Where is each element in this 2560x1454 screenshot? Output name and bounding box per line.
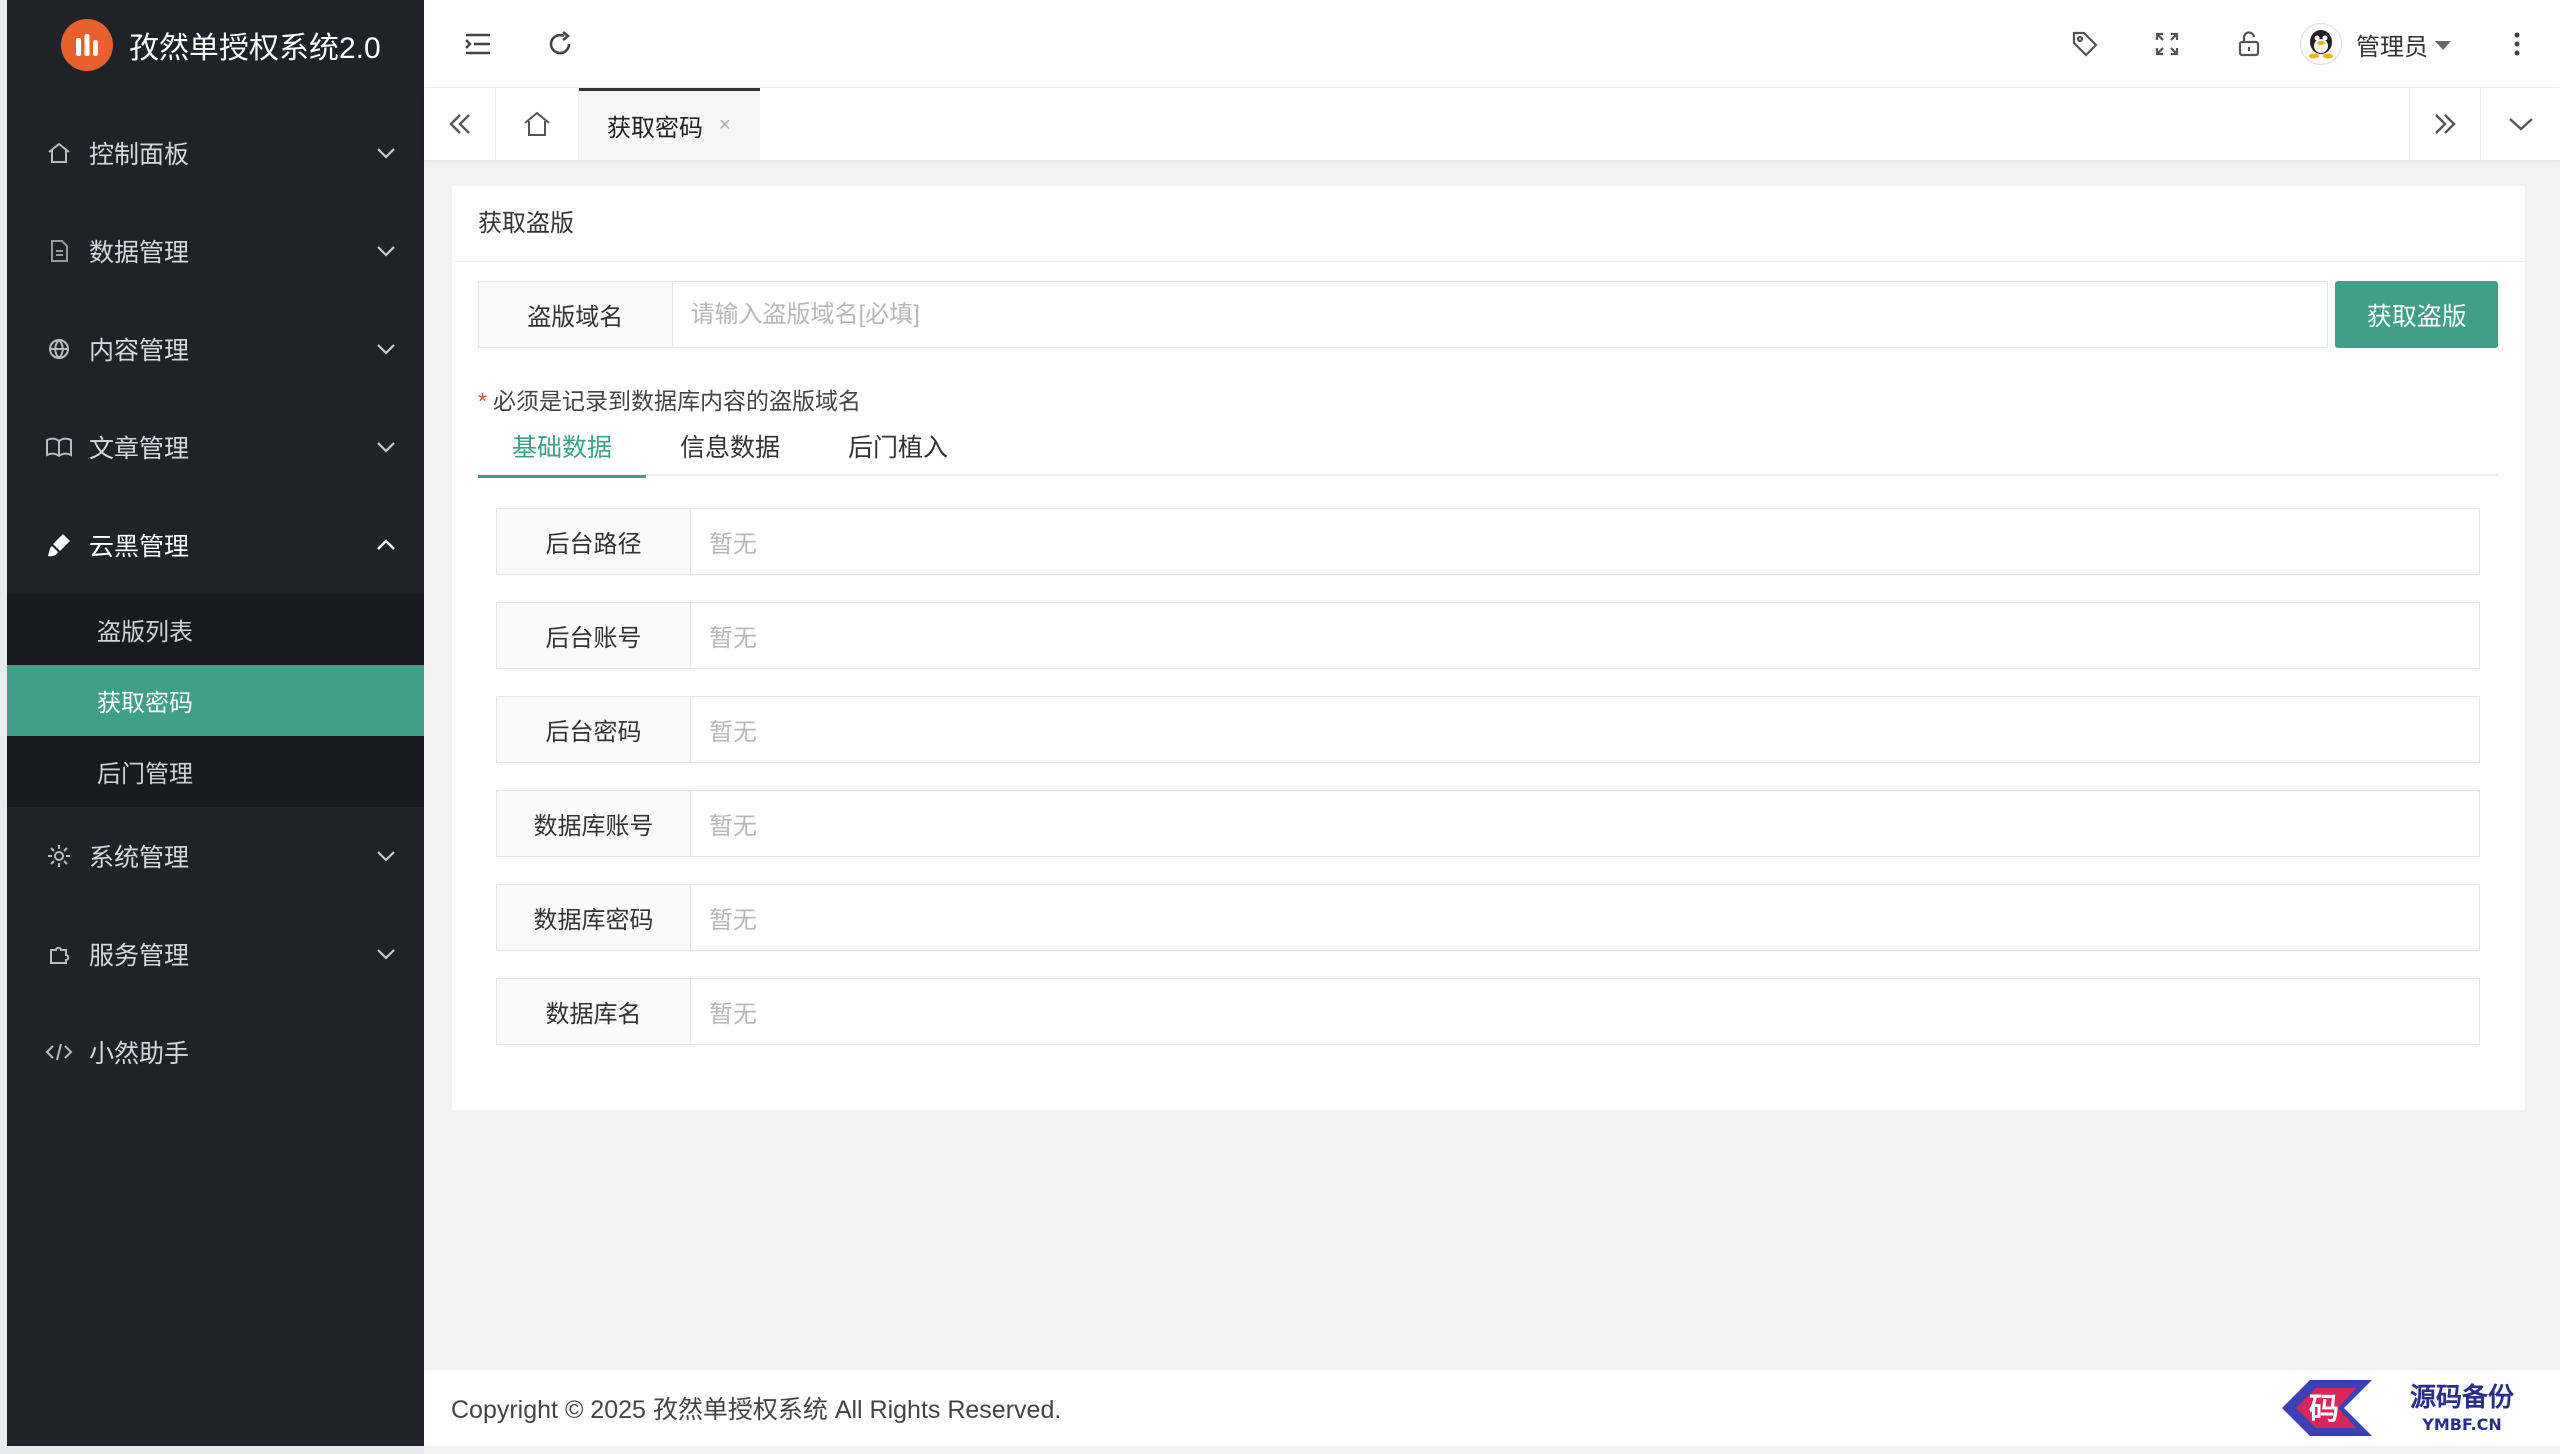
field-admin-password: 后台密码 暂无 <box>496 696 2480 763</box>
chevron-down-icon[interactable] <box>2481 88 2560 160</box>
submenu-cloud-black: 盗版列表 获取密码 后门管理 <box>7 594 424 807</box>
field-db-password: 数据库密码 暂无 <box>496 884 2480 951</box>
sidebar-item-label: 小然助手 <box>89 1040 190 1068</box>
sidebar-item-articles[interactable]: 文章管理 <box>7 398 424 496</box>
tab-get-password[interactable]: 获取密码 × <box>579 88 760 160</box>
card-title: 获取盗版 <box>452 186 2525 262</box>
sidebar-item-assistant[interactable]: 小然助手 <box>7 1003 424 1101</box>
chevron-up-icon <box>374 533 398 557</box>
tag-icon[interactable] <box>2050 0 2120 88</box>
sidebar-subitem-piracy-list[interactable]: 盗版列表 <box>7 594 424 665</box>
brand[interactable]: 孜然单授权系统2.0 <box>7 0 424 90</box>
footer: Copyright © 2025 孜然单授权系统 All Rights Rese… <box>424 1370 2560 1446</box>
sidebar-item-service[interactable]: 服务管理 <box>7 905 424 1003</box>
sidebar-item-label: 控制面板 <box>89 141 190 169</box>
globe-icon <box>41 331 77 367</box>
tab-info-data[interactable]: 信息数据 <box>646 416 814 476</box>
field-label: 数据库密码 <box>496 884 691 951</box>
field-value[interactable]: 暂无 <box>691 696 2480 763</box>
field-value[interactable]: 暂无 <box>691 602 2480 669</box>
data-tabs: 基础数据 信息数据 后门植入 <box>478 416 2498 478</box>
sidebar-subitem-get-password[interactable]: 获取密码 <box>7 665 424 736</box>
sidebar-item-label: 系统管理 <box>89 844 190 872</box>
scroll-left-icon[interactable] <box>424 88 496 160</box>
close-icon[interactable]: × <box>719 114 731 137</box>
top-header: 管理员 <box>424 0 2560 88</box>
tab-basic-data[interactable]: 基础数据 <box>478 416 647 478</box>
main-card: 获取盗版 盗版域名 获取盗版 *必须是记录到数据库内容的盗版域名 基础数据 信息… <box>452 186 2525 1110</box>
field-label: 后台路径 <box>496 508 691 575</box>
app-title: 孜然单授权系统2.0 <box>129 32 381 65</box>
puzzle-icon <box>41 936 77 972</box>
field-value[interactable]: 暂无 <box>691 790 2480 857</box>
code-icon <box>41 1034 77 1070</box>
watermark-sub: YMBF.CN <box>2421 1415 2502 1434</box>
domain-hint: * 必须是记录到数据库内容的盗版域名 <box>478 382 861 416</box>
user-menu[interactable]: 管理员 <box>2300 0 2452 88</box>
domain-label: 盗版域名 <box>478 281 673 348</box>
fullscreen-icon[interactable] <box>2132 0 2202 88</box>
get-piracy-button[interactable]: 获取盗版 <box>2335 281 2499 348</box>
field-label: 后台账号 <box>496 602 691 669</box>
chevron-down-icon <box>374 435 398 459</box>
caret-down-icon <box>2434 30 2452 58</box>
sidebar-item-cloud-black[interactable]: 云黑管理 <box>7 496 424 594</box>
sidebar-item-label: 服务管理 <box>89 942 190 970</box>
tab-backdoor-implant[interactable]: 后门植入 <box>814 416 982 476</box>
sidebar-subitem-backdoor-manage[interactable]: 后门管理 <box>7 736 424 807</box>
sidebar-item-data[interactable]: 数据管理 <box>7 202 424 300</box>
chevron-down-icon <box>374 942 398 966</box>
menu-fold-icon[interactable] <box>444 0 512 88</box>
more-vertical-icon[interactable] <box>2492 0 2542 88</box>
avatar <box>2300 23 2342 65</box>
chevron-down-icon <box>374 337 398 361</box>
sidebar: 孜然单授权系统2.0 控制面板 数据管理 内容管理 文章管理 云黑管理 盗版列表… <box>0 0 424 1454</box>
sidebar-item-label: 数据管理 <box>89 239 190 267</box>
watermark-logo: 码 源码备份 YMBF.CN <box>2276 1372 2546 1444</box>
sidebar-item-label: 内容管理 <box>89 337 190 365</box>
document-icon <box>41 233 77 269</box>
field-value[interactable]: 暂无 <box>691 884 2480 951</box>
domain-form-row: 盗版域名 获取盗版 <box>478 281 2499 348</box>
field-label: 后台密码 <box>496 696 691 763</box>
watermark-glyph: 码 <box>2309 1392 2339 1427</box>
brush-icon <box>41 527 77 563</box>
sidebar-item-dashboard[interactable]: 控制面板 <box>7 104 424 202</box>
chevron-down-icon <box>374 844 398 868</box>
field-admin-account: 后台账号 暂无 <box>496 602 2480 669</box>
sidebar-item-system[interactable]: 系统管理 <box>7 807 424 905</box>
domain-input[interactable] <box>672 281 2329 348</box>
field-value[interactable]: 暂无 <box>691 508 2480 575</box>
field-db-account: 数据库账号 暂无 <box>496 790 2480 857</box>
home-icon <box>41 135 77 171</box>
sidebar-item-content[interactable]: 内容管理 <box>7 300 424 398</box>
lock-icon[interactable] <box>2214 0 2284 88</box>
field-label: 数据库账号 <box>496 790 691 857</box>
sidebar-item-label: 云黑管理 <box>89 533 190 561</box>
logo-icon <box>61 19 113 71</box>
field-list: 后台路径 暂无 后台账号 暂无 后台密码 暂无 数据库账号 暂无 数据库密码 暂… <box>496 508 2480 1072</box>
watermark-title: 源码备份 <box>2410 1383 2514 1413</box>
chevron-down-icon <box>374 239 398 263</box>
book-icon <box>41 429 77 465</box>
chevron-down-icon <box>374 141 398 165</box>
field-value[interactable]: 暂无 <box>691 978 2480 1045</box>
sidebar-item-label: 文章管理 <box>89 435 190 463</box>
hint-text: 必须是记录到数据库内容的盗版域名 <box>492 388 861 414</box>
scroll-right-icon[interactable] <box>2409 88 2481 160</box>
field-db-name: 数据库名 暂无 <box>496 978 2480 1045</box>
gear-icon <box>41 838 77 874</box>
refresh-icon[interactable] <box>526 0 594 88</box>
field-label: 数据库名 <box>496 978 691 1045</box>
field-admin-path: 后台路径 暂无 <box>496 508 2480 575</box>
home-tab-icon[interactable] <box>496 88 579 160</box>
user-name: 管理员 <box>2356 33 2428 61</box>
required-star: * <box>478 388 487 414</box>
tab-label: 获取密码 <box>607 115 703 142</box>
page-tabs-bar: 获取密码 × <box>424 88 2560 161</box>
copyright-text: Copyright © 2025 孜然单授权系统 All Rights Rese… <box>451 1396 1062 1424</box>
